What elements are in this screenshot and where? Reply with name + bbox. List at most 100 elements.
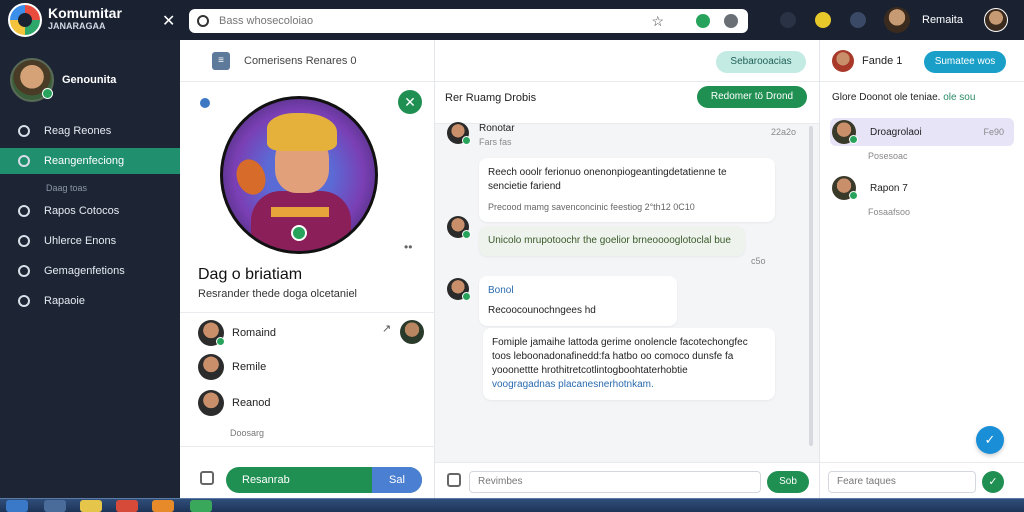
check-fab-button[interactable]: ✓ (976, 426, 1004, 454)
sidebar-sub-label: Daag toas (46, 183, 88, 193)
contact-item[interactable]: Rapon 7 (830, 174, 1014, 202)
online-badge-icon (291, 225, 307, 241)
sidebar-item-1[interactable]: Reangenfeciong (0, 148, 180, 174)
sidebar-item-5[interactable]: Rapaoie (0, 288, 180, 314)
avatar (198, 320, 225, 346)
info-icon[interactable] (724, 14, 738, 28)
menu-icon[interactable]: ≡ (212, 51, 230, 70)
profile-avatar[interactable] (984, 8, 1008, 32)
divider (180, 312, 435, 313)
top-bar: Komumitar JANARAGAA ✕ ☆ Remaita (0, 0, 1024, 40)
folder-icon[interactable] (80, 500, 102, 512)
stripe-shape (271, 207, 329, 217)
profile-pane: ≡ Comerisens Renares 0 ✕ •• Dag o briati… (180, 40, 435, 498)
contacts-input[interactable]: Feare taques (828, 471, 976, 493)
sidebar-item-4[interactable]: Gemagenfetions (0, 258, 180, 284)
attach-icon[interactable] (200, 471, 214, 485)
friend-item[interactable]: Reanod (198, 390, 271, 416)
browser-icon[interactable] (116, 500, 138, 512)
start-icon[interactable] (6, 500, 28, 512)
grid-icon[interactable] (780, 12, 796, 28)
extension-icon[interactable] (696, 14, 710, 28)
hair-shape (267, 113, 337, 151)
message-link[interactable]: voogragadnas placanesnerhotnkam. (492, 378, 766, 392)
contacts-pane: Fande 1 Sumatee wos Glore Doonot ole ten… (819, 40, 1024, 498)
contacts-footer: Feare taques ✓ (820, 462, 1024, 498)
more-icon[interactable]: •• (404, 240, 412, 254)
scrollbar[interactable] (809, 126, 813, 446)
contact-item[interactable]: Droagrolaoi Fe90 (830, 118, 1014, 146)
chat-tab-button[interactable]: Sebarooacias (716, 51, 806, 73)
profile-action-segment[interactable]: Sal (372, 467, 422, 493)
burger-shape (231, 155, 271, 199)
avatar (198, 354, 224, 380)
nav-icon (18, 235, 30, 247)
avatar (832, 120, 858, 144)
avatar[interactable] (832, 49, 854, 72)
nav-icon (18, 205, 30, 217)
profile-header: ≡ Comerisens Renares 0 (180, 40, 434, 82)
arrow-icon[interactable]: ↗ (382, 322, 391, 335)
mail-icon (18, 295, 30, 307)
close-button[interactable]: ✕ (398, 90, 422, 114)
avatar (10, 58, 54, 102)
app-logo-icon (8, 3, 42, 37)
avatar (447, 278, 471, 301)
search-icon (197, 15, 209, 27)
sidebar-item-2[interactable]: Rapos Cotocos (0, 198, 180, 224)
status-icon (200, 98, 210, 108)
profile-portrait (220, 96, 378, 254)
current-user[interactable]: Genounita (10, 58, 116, 102)
sidebar-nav: Reag Reones Reangenfeciong Daag toas Rap… (0, 118, 180, 318)
shirt-shape (251, 191, 351, 251)
profile-header-label: Comerisens Renares 0 (244, 54, 357, 67)
friend-item[interactable]: Romaind (198, 320, 276, 346)
close-icon[interactable]: ✕ (162, 11, 175, 31)
send-button[interactable]: Sob (767, 471, 809, 493)
avatar[interactable] (884, 7, 910, 33)
user-name[interactable]: Remaita (922, 14, 963, 26)
search-input[interactable] (219, 15, 649, 27)
settings-icon[interactable] (850, 12, 866, 28)
notification-icon[interactable] (815, 12, 831, 28)
message-bubble: Fomiple jamaihe lattoda gerime onolencle… (483, 328, 775, 400)
message-input[interactable]: Revimbes (469, 471, 761, 493)
sidebar-item-3[interactable]: Uhlerce Enons (0, 228, 180, 254)
message-bubble: Reech ooolr ferionuo onenonpiogeantingde… (479, 158, 775, 222)
more-link[interactable]: Doosarg (230, 428, 264, 438)
app-icon[interactable] (152, 500, 174, 512)
contacts-title-link[interactable]: ole sou (943, 92, 975, 103)
message-time: c5o (751, 256, 766, 266)
friend-item[interactable]: Remile (198, 354, 266, 380)
avatar (198, 390, 224, 416)
contact-subtitle: Fosaafsoo (868, 207, 911, 217)
profile-action-button[interactable]: Resanrab Sal (226, 467, 422, 493)
taskbar (0, 498, 1024, 512)
profile-footer: Resanrab Sal (180, 446, 435, 498)
app-icon[interactable] (190, 500, 212, 512)
chat-action-button[interactable]: Redomer tö Drond (697, 86, 807, 108)
avatar (832, 176, 858, 200)
contacts-header-name: Fande 1 (862, 54, 903, 67)
star-icon[interactable]: ☆ (651, 13, 664, 30)
attach-icon[interactable] (447, 473, 461, 487)
explorer-icon[interactable] (44, 500, 66, 512)
chat-footer: Revimbes Sob (435, 462, 819, 498)
message-time: 22a2o (771, 127, 797, 137)
brand: Komumitar JANARAGAA (8, 3, 178, 37)
sidebar-item-0[interactable]: Reag Reones (0, 118, 180, 144)
message-bubble: Bonol Recoocounochngees hd (479, 276, 677, 326)
contacts-title: Glore Doonot ole teniae. ole sou (832, 92, 976, 103)
profile-name: Dag o briatiam (198, 266, 303, 283)
contacts-action-button[interactable]: Sumatee wos (924, 51, 1006, 73)
chat-pane: Sebarooacias Rer Ruamg Drobis Redomer tö… (435, 40, 819, 498)
sidebar: Genounita Reag Reones Reangenfeciong Daa… (0, 40, 180, 498)
nav-icon (18, 155, 30, 167)
confirm-button[interactable]: ✓ (982, 471, 1004, 493)
message-sender: Ronotar (479, 123, 515, 134)
contact-subtitle: Posesoac (868, 151, 908, 161)
profile-description: Resrander thede doga olcetaniel (198, 288, 358, 300)
avatar[interactable] (400, 320, 424, 344)
brand-subtitle: JANARAGAA (48, 21, 106, 31)
nav-icon (18, 125, 30, 137)
